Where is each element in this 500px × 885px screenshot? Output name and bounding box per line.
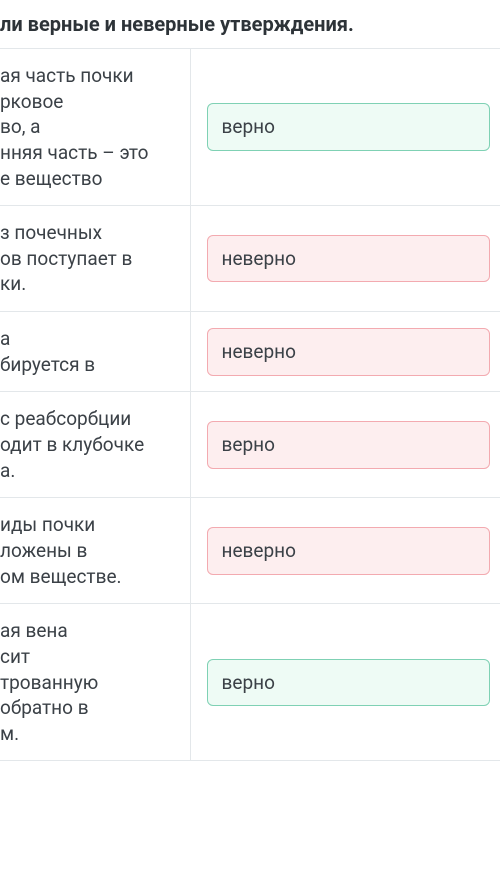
statement-cell: с реабсорбции одит в клубочке а. (0, 392, 190, 498)
statement-line: а. (0, 459, 15, 482)
statement-line: е вещество (0, 167, 102, 190)
table-row: з почечных ов поступает в ки. неверно (0, 206, 500, 312)
answer-cell: неверно (190, 312, 500, 392)
statement-line: ложены в (0, 539, 87, 562)
statement-line: рковое (0, 90, 63, 113)
table-row: иды почки ложены в ом веществе. неверно (0, 498, 500, 604)
statement-line: ая вена (0, 619, 68, 642)
statement-line: з почечных (0, 221, 102, 244)
statement-line: ом веществе. (0, 565, 122, 588)
statement-line: ки. (0, 272, 26, 295)
statement-line: ов поступает в (0, 247, 132, 270)
table-row: с реабсорбции одит в клубочке а. верно (0, 392, 500, 498)
answer-box[interactable]: неверно (207, 527, 491, 575)
statement-line: одит в клубочке (0, 433, 144, 456)
statements-table: ая часть почки рковое во, а нняя часть –… (0, 49, 500, 761)
answer-cell: верно (190, 604, 500, 761)
answer-box[interactable]: верно (207, 103, 491, 151)
statement-line: ая часть почки (0, 64, 134, 87)
answer-box[interactable]: неверно (207, 328, 491, 376)
page-title: ли верные и неверные утверждения. (0, 0, 500, 49)
statement-cell: ая часть почки рковое во, а нняя часть –… (0, 49, 190, 206)
statement-cell: а бируется в (0, 312, 190, 392)
table-row: ая вена сит трованную обратно в м. верно (0, 604, 500, 761)
answer-cell: неверно (190, 206, 500, 312)
statement-line: трованную (0, 671, 98, 694)
statement-cell: з почечных ов поступает в ки. (0, 206, 190, 312)
answer-box[interactable]: верно (207, 421, 491, 469)
answer-cell: верно (190, 392, 500, 498)
statement-line: с реабсорбции (0, 407, 131, 430)
statement-cell: иды почки ложены в ом веществе. (0, 498, 190, 604)
statement-line: сит (0, 645, 30, 668)
answer-box[interactable]: верно (207, 659, 491, 707)
statement-line: во, а (0, 115, 41, 138)
answer-box[interactable]: неверно (207, 235, 491, 283)
statement-cell: ая вена сит трованную обратно в м. (0, 604, 190, 761)
statement-line: бируется в (0, 353, 95, 376)
table-row: ая часть почки рковое во, а нняя часть –… (0, 49, 500, 206)
answer-cell: неверно (190, 498, 500, 604)
statement-line: иды почки (0, 513, 95, 536)
statement-line: нняя часть – это (0, 141, 149, 164)
statement-line: м. (0, 722, 19, 745)
answer-cell: верно (190, 49, 500, 206)
table-row: а бируется в неверно (0, 312, 500, 392)
statement-line: обратно в (0, 696, 89, 719)
statement-line: а (0, 327, 10, 350)
